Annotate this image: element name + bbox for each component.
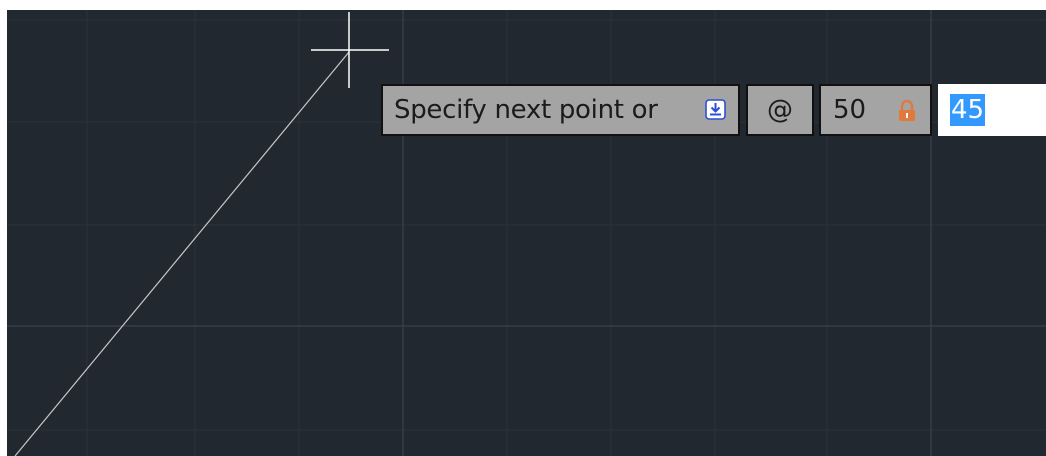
relative-prefix-field: @ <box>746 84 814 136</box>
dropdown-arrow-icon[interactable] <box>705 99 726 120</box>
model-space-viewport[interactable] <box>7 10 1046 456</box>
relative-prefix: @ <box>767 95 793 125</box>
lock-icon <box>899 99 915 121</box>
length-input-field[interactable]: 50 <box>819 84 932 136</box>
drawing-canvas[interactable]: Specify next point or @ 50 45 <box>0 0 1046 456</box>
angle-input-field[interactable]: 45 <box>938 84 1046 136</box>
prompt-text: Specify next point or <box>394 95 658 125</box>
angle-value[interactable]: 45 <box>950 94 986 126</box>
dynamic-input-prompt: Specify next point or <box>381 84 740 136</box>
length-value: 50 <box>833 95 867 125</box>
crosshair-cursor <box>311 12 389 88</box>
drawing-grid <box>7 10 1046 456</box>
